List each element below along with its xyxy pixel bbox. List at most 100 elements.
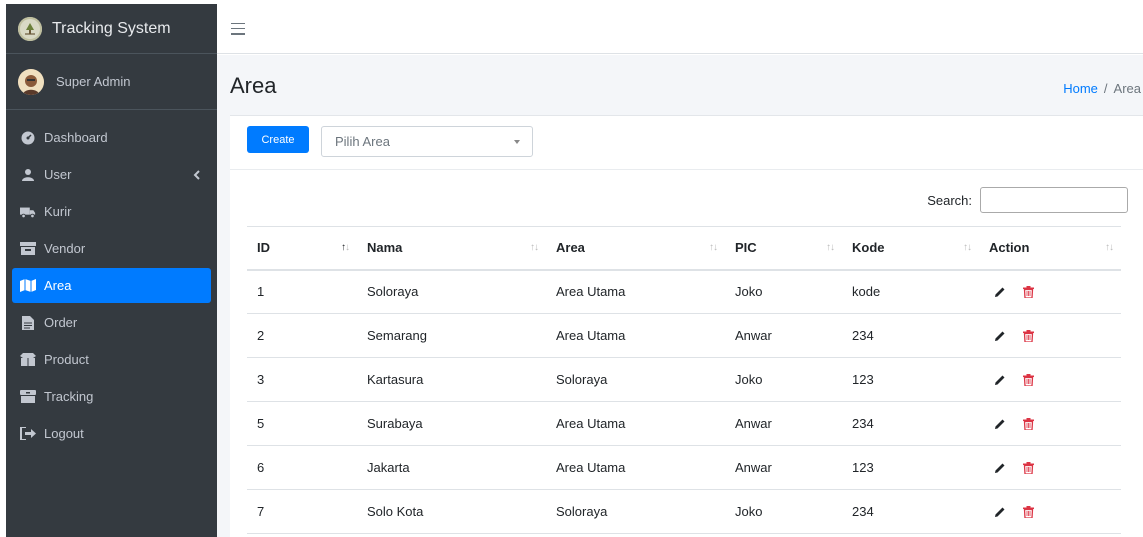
search-box: Search: xyxy=(927,187,1128,213)
hamburger-menu-icon[interactable] xyxy=(231,22,245,35)
area-table: ID ↑↓ Nama ↑↓ Area ↑↓ PIC ↑↓ Kode ↑↓ Action ↑↓… xyxy=(247,226,1121,534)
action-cell xyxy=(979,269,1121,314)
dashboard-icon xyxy=(20,130,36,146)
sidebar-item-order[interactable]: Order xyxy=(12,305,211,340)
column-header-area[interactable]: Area ↑↓ xyxy=(546,226,725,271)
column-header-nama[interactable]: Nama ↑↓ xyxy=(357,226,546,271)
page-title: Area xyxy=(230,73,277,98)
breadcrumb-separator: / xyxy=(1103,81,1108,96)
edit-pencil-icon[interactable] xyxy=(993,373,1007,387)
sidebar-item-vendor[interactable]: Vendor xyxy=(12,231,211,266)
sidebar-item-label: Order xyxy=(44,315,78,330)
table-cell: Anwar xyxy=(725,445,842,490)
content-area: Area Home / Area Create Pilih Area Search:… xyxy=(217,55,1143,537)
sort-icon: ↑↓ xyxy=(1105,242,1114,253)
breadcrumb-current: Area xyxy=(1113,81,1141,96)
delete-trash-icon[interactable] xyxy=(1021,285,1035,299)
edit-pencil-icon[interactable] xyxy=(993,417,1007,431)
truck-icon xyxy=(20,204,36,220)
table-cell: 6 xyxy=(247,445,357,490)
table-cell: Joko xyxy=(725,269,842,314)
archive-icon xyxy=(20,389,36,405)
app-title: Tracking System xyxy=(52,19,171,37)
sidebar-nav: Dashboard User Kurir Vendor Area Order P… xyxy=(6,120,217,451)
sidebar-item-logout[interactable]: Logout xyxy=(12,416,211,451)
sidebar-item-label: Tracking xyxy=(44,389,94,404)
column-header-label: Kode xyxy=(852,240,885,256)
caret-down-icon xyxy=(514,140,520,144)
breadcrumb-home-link[interactable]: Home xyxy=(1063,81,1098,96)
user-name: Super Admin xyxy=(56,74,131,89)
edit-pencil-icon[interactable] xyxy=(993,285,1007,299)
vendor-icon xyxy=(20,241,36,257)
logo-icon xyxy=(18,16,42,41)
sidebar-item-area[interactable]: Area xyxy=(12,268,211,303)
action-cell xyxy=(979,489,1121,534)
column-header-action[interactable]: Action ↑↓ xyxy=(979,226,1121,271)
delete-trash-icon[interactable] xyxy=(1021,461,1035,475)
delete-trash-icon[interactable] xyxy=(1021,505,1035,519)
logout-icon xyxy=(20,426,36,442)
sidebar-item-dashboard[interactable]: Dashboard xyxy=(12,120,211,155)
sidebar-item-label: Logout xyxy=(44,426,84,441)
column-header-pic[interactable]: PIC ↑↓ xyxy=(725,226,842,271)
sidebar-item-user[interactable]: User xyxy=(12,157,211,192)
column-header-label: Action xyxy=(989,240,1030,256)
edit-pencil-icon[interactable] xyxy=(993,329,1007,343)
top-navbar xyxy=(217,4,1143,54)
table-cell: Area Utama xyxy=(546,445,725,490)
column-header-label: ID xyxy=(257,240,270,256)
table-row: 2 Semarang Area Utama Anwar 234 xyxy=(247,313,1121,358)
table-cell: 2 xyxy=(247,313,357,358)
map-icon xyxy=(20,278,36,294)
table-row: 6 Jakarta Area Utama Anwar 123 xyxy=(247,445,1121,490)
action-cell xyxy=(979,401,1121,446)
table-row: 1 Soloraya Area Utama Joko kode xyxy=(247,269,1121,314)
table-cell: 123 xyxy=(842,357,979,402)
table-cell: Joko xyxy=(725,489,842,534)
area-select-placeholder: Pilih Area xyxy=(335,134,390,149)
sidebar-item-label: Dashboard xyxy=(44,130,108,145)
brand[interactable]: Tracking System xyxy=(6,4,217,54)
user-panel[interactable]: Super Admin xyxy=(6,54,217,110)
column-header-id[interactable]: ID ↑↓ xyxy=(247,226,357,271)
delete-trash-icon[interactable] xyxy=(1021,417,1035,431)
table-row: 7 Solo Kota Soloraya Joko 234 xyxy=(247,489,1121,534)
table-cell: Kartasura xyxy=(357,357,546,402)
table-cell: 3 xyxy=(247,357,357,402)
table-cell: Area Utama xyxy=(546,269,725,314)
action-cell xyxy=(979,357,1121,402)
table-cell: Soloraya xyxy=(546,489,725,534)
table-cell: 123 xyxy=(842,445,979,490)
column-header-label: PIC xyxy=(735,240,757,256)
sidebar-item-kurir[interactable]: Kurir xyxy=(12,194,211,229)
sidebar: Tracking System Super Admin Dashboard Us… xyxy=(6,4,217,537)
sidebar-item-label: Product xyxy=(44,352,89,367)
sidebar-item-product[interactable]: Product xyxy=(12,342,211,377)
sidebar-item-tracking[interactable]: Tracking xyxy=(12,379,211,414)
table-cell: Joko xyxy=(725,357,842,402)
user-icon xyxy=(20,167,36,183)
create-button[interactable]: Create xyxy=(247,126,309,153)
table-cell: Anwar xyxy=(725,313,842,358)
column-header-kode[interactable]: Kode ↑↓ xyxy=(842,226,979,271)
edit-pencil-icon[interactable] xyxy=(993,461,1007,475)
sort-icon: ↑↓ xyxy=(709,242,718,253)
sidebar-item-label: User xyxy=(44,167,72,182)
delete-trash-icon[interactable] xyxy=(1021,329,1035,343)
area-select[interactable]: Pilih Area xyxy=(321,126,533,157)
sidebar-item-label: Kurir xyxy=(44,204,72,219)
table-row: 5 Surabaya Area Utama Anwar 234 xyxy=(247,401,1121,446)
action-cell xyxy=(979,445,1121,490)
sidebar-item-label: Area xyxy=(44,278,72,293)
table-cell: Soloraya xyxy=(546,357,725,402)
sort-asc-icon: ↑↓ xyxy=(341,242,350,253)
edit-pencil-icon[interactable] xyxy=(993,505,1007,519)
table-cell: Area Utama xyxy=(546,313,725,358)
search-input[interactable] xyxy=(980,187,1128,213)
table-cell: Anwar xyxy=(725,401,842,446)
sort-icon: ↑↓ xyxy=(530,242,539,253)
sort-icon: ↑↓ xyxy=(963,242,972,253)
table-cell: Soloraya xyxy=(357,269,546,314)
delete-trash-icon[interactable] xyxy=(1021,373,1035,387)
